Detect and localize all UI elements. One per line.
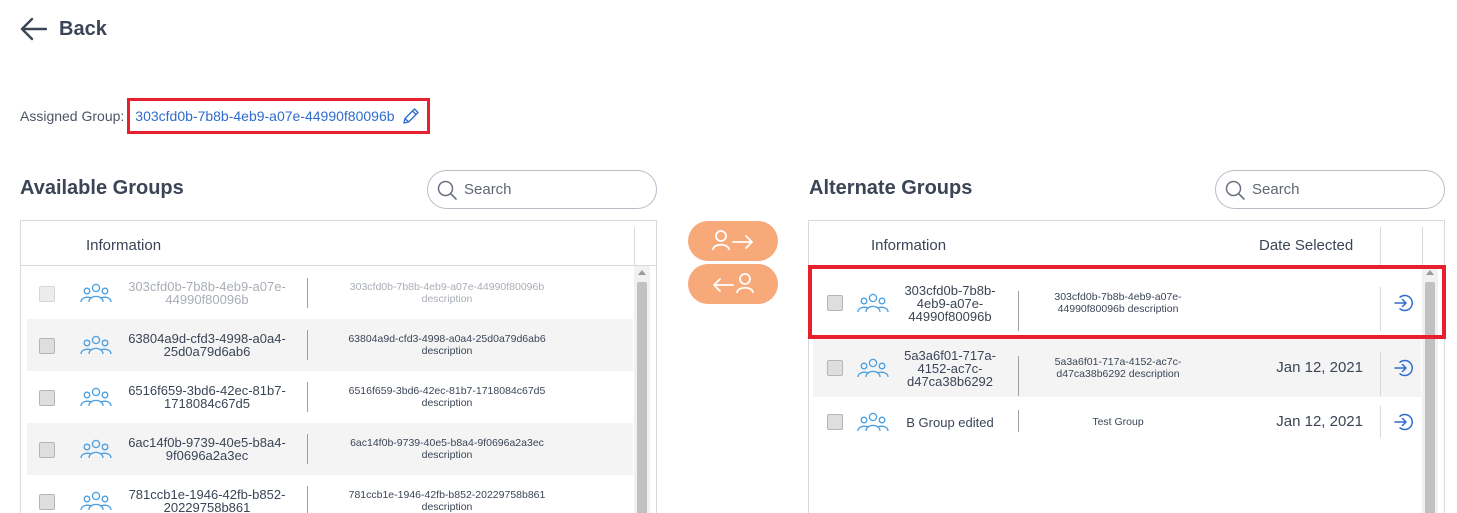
- date-selected: Jan 12, 2021: [1276, 413, 1363, 430]
- alternate-group-row[interactable]: 303cfd0b-7b8b-4eb9-a07e-44990f80096b 303c…: [813, 267, 1421, 339]
- move-to-available-button[interactable]: [688, 264, 778, 304]
- search-icon: [1225, 180, 1245, 200]
- row-checkbox[interactable]: [39, 494, 55, 510]
- alternate-table-header: Information Date Selected: [809, 221, 1444, 266]
- group-name: 63804a9d-cfd3-4998-a0a4-25d0a79d6ab6: [128, 331, 286, 359]
- column-divider: [1018, 356, 1019, 396]
- row-checkbox[interactable]: [39, 338, 55, 354]
- group-users-icon: [80, 439, 112, 459]
- available-group-row[interactable]: 63804a9d-cfd3-4998-a0a4-25d0a79d6ab6 6380…: [27, 319, 633, 371]
- available-group-row[interactable]: 303cfd0b-7b8b-4eb9-a07e-44990f80096b 303c…: [27, 267, 633, 319]
- scroll-thumb[interactable]: [637, 282, 647, 513]
- open-group-icon[interactable]: [1393, 293, 1413, 313]
- column-divider: [1380, 406, 1381, 438]
- assigned-group-id[interactable]: 303cfd0b-7b8b-4eb9-a07e-44990f80096b: [135, 108, 394, 124]
- user-arrow-right-icon: [712, 230, 753, 251]
- alternate-search-input[interactable]: [1252, 181, 1422, 198]
- scroll-up-arrow[interactable]: [1426, 270, 1434, 275]
- row-checkbox[interactable]: [827, 360, 843, 376]
- group-users-icon: [857, 412, 889, 432]
- column-divider: [307, 278, 308, 308]
- group-name: B Group edited: [906, 414, 994, 430]
- group-description: 63804a9d-cfd3-4998-a0a4-25d0a79d6ab6 des…: [348, 333, 546, 357]
- alternate-groups-panel: Information Date Selected 303cfd0b-7b8b-…: [808, 220, 1445, 513]
- available-table-header: Information: [21, 221, 656, 266]
- column-date-selected: Date Selected: [1259, 237, 1354, 254]
- assigned-group: Assigned Group: 303cfd0b-7b8b-4eb9-a07e-…: [20, 98, 430, 134]
- header-divider: [1422, 227, 1423, 265]
- column-divider: [1380, 287, 1381, 331]
- group-users-icon: [80, 491, 112, 511]
- available-group-row[interactable]: 6516f659-3bd6-42ec-81b7-1718084c67d5 6516…: [27, 371, 633, 423]
- group-name: 6516f659-3bd6-42ec-81b7-1718084c67d5: [128, 383, 286, 411]
- column-divider: [307, 382, 308, 412]
- group-users-icon: [80, 387, 112, 407]
- group-users-icon: [80, 335, 112, 355]
- available-scrollbar[interactable]: [634, 266, 650, 513]
- row-checkbox[interactable]: [39, 286, 55, 302]
- group-name: 303cfd0b-7b8b-4eb9-a07e-44990f80096b: [128, 279, 286, 307]
- group-name: 6ac14f0b-9739-40e5-b8a4-9f0696a2a3ec: [128, 435, 286, 463]
- row-checkbox[interactable]: [39, 442, 55, 458]
- group-users-icon: [80, 283, 112, 303]
- move-to-alternate-button[interactable]: [688, 221, 778, 261]
- group-description: Test Group: [1092, 416, 1144, 428]
- column-divider: [1018, 291, 1019, 331]
- column-divider: [1380, 352, 1381, 396]
- group-description: 303cfd0b-7b8b-4eb9-a07e-44990f80096b des…: [1054, 291, 1182, 315]
- row-checkbox[interactable]: [827, 414, 843, 430]
- column-information: Information: [86, 237, 162, 254]
- alternate-group-row[interactable]: 5a3a6f01-717a-4152-ac7c-d47ca38b6292 5a3a…: [813, 339, 1421, 397]
- group-description: 6516f659-3bd6-42ec-81b7-1718084c67d5 des…: [348, 385, 546, 409]
- back-button[interactable]: Back: [20, 14, 107, 44]
- user-arrow-left-icon: [713, 273, 754, 294]
- back-label: Back: [59, 17, 107, 40]
- column-divider: [1018, 410, 1019, 432]
- group-description: 781ccb1e-1946-42fb-b852-20229758b861 des…: [348, 489, 546, 513]
- group-description: 5a3a6f01-717a-4152-ac7c-d47ca38b6292 des…: [1054, 356, 1182, 380]
- available-group-row[interactable]: 6ac14f0b-9739-40e5-b8a4-9f0696a2a3ec 6ac1…: [27, 423, 633, 475]
- column-information: Information: [871, 237, 947, 254]
- open-group-icon[interactable]: [1393, 412, 1413, 432]
- alternate-group-row[interactable]: B Group edited Test Group Jan 12, 2021: [813, 397, 1421, 447]
- group-users-icon: [857, 358, 889, 378]
- group-users-icon: [857, 293, 889, 313]
- available-group-row[interactable]: 781ccb1e-1946-42fb-b852-20229758b861 781c…: [27, 475, 633, 513]
- available-search-input[interactable]: [464, 181, 634, 198]
- scroll-up-arrow[interactable]: [638, 270, 646, 275]
- group-description: 6ac14f0b-9739-40e5-b8a4-9f0696a2a3ec des…: [350, 437, 544, 461]
- pencil-icon[interactable]: [401, 106, 421, 126]
- column-divider: [307, 434, 308, 464]
- scroll-thumb[interactable]: [1425, 282, 1435, 513]
- group-name: 303cfd0b-7b8b-4eb9-a07e-44990f80096b: [904, 282, 996, 324]
- row-checkbox[interactable]: [827, 295, 843, 311]
- header-divider: [634, 227, 635, 265]
- assigned-group-label: Assigned Group:: [20, 108, 125, 124]
- column-divider: [307, 330, 308, 360]
- available-groups-title: Available Groups: [20, 177, 184, 199]
- alternate-scrollbar[interactable]: [1422, 266, 1438, 513]
- group-description: 303cfd0b-7b8b-4eb9-a07e-44990f80096b des…: [349, 281, 545, 305]
- alternate-groups-title: Alternate Groups: [809, 177, 973, 199]
- row-checkbox[interactable]: [39, 390, 55, 406]
- available-search[interactable]: [427, 170, 657, 209]
- group-name: 781ccb1e-1946-42fb-b852-20229758b861: [128, 487, 286, 513]
- column-divider: [307, 486, 308, 513]
- header-divider: [1380, 227, 1381, 265]
- assigned-group-highlight: 303cfd0b-7b8b-4eb9-a07e-44990f80096b: [127, 98, 430, 134]
- search-icon: [437, 180, 457, 200]
- date-selected: Jan 12, 2021: [1276, 359, 1363, 376]
- alternate-search[interactable]: [1215, 170, 1445, 209]
- group-name: 5a3a6f01-717a-4152-ac7c-d47ca38b6292: [904, 347, 996, 389]
- available-groups-panel: Information 303cfd0b-7b8b-4eb9-a07e-4499…: [20, 220, 657, 513]
- open-group-icon[interactable]: [1393, 358, 1413, 378]
- arrow-left-icon: [20, 17, 47, 41]
